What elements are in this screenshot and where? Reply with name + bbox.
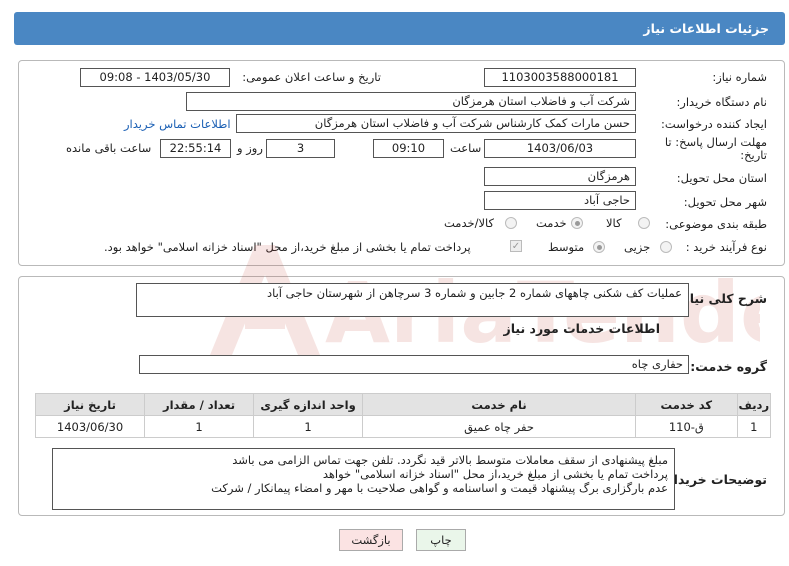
cell-unit: 1 — [253, 415, 364, 438]
category-radio-service[interactable] — [571, 217, 583, 229]
remaining-time-field: 22:55:14 — [160, 139, 231, 158]
deadline-label: مهلت ارسال پاسخ: تا تاریخ: — [664, 135, 767, 162]
buyer-notes-label: توضیحات خریدار: — [661, 472, 767, 487]
service-group-field: حفاری چاه — [139, 355, 689, 374]
creator-label: ایجاد کننده درخواست: — [661, 117, 767, 131]
province-label: استان محل تحویل: — [676, 171, 767, 185]
category-option-goods: کالا — [606, 216, 622, 230]
col-unit: واحد اندازه گیری — [253, 393, 364, 416]
page-title: جزئیات اطلاعات نیاز — [643, 21, 769, 36]
cell-service-code: ق-110 — [635, 415, 738, 438]
city-label: شهر محل تحویل: — [683, 195, 767, 209]
col-quantity: تعداد / مقدار — [144, 393, 255, 416]
services-section-title: اطلاعات خدمات مورد نیاز — [503, 321, 661, 336]
process-option-medium: متوسط — [548, 240, 585, 254]
process-option-minor: جزیی — [624, 240, 651, 254]
category-label: طبقه بندی موضوعی: — [665, 217, 767, 231]
days-label: روز و — [237, 141, 263, 155]
process-radio-minor[interactable] — [660, 241, 672, 253]
service-group-label: گروه خدمت: — [690, 359, 767, 374]
summary-textarea[interactable]: عملیات کف شکنی چاههای شماره 2 جابین و شم… — [136, 283, 689, 317]
cell-row-number: 1 — [736, 415, 772, 438]
payment-note: پرداخت تمام یا بخشی از مبلغ خرید،از محل … — [104, 240, 471, 254]
process-label: نوع فرآیند خرید : — [685, 240, 767, 254]
creator-field: حسن مارات کمک کارشناس شرکت آب و فاضلاب ا… — [236, 114, 636, 133]
need-number-label: شماره نیاز: — [712, 70, 767, 84]
back-button[interactable]: بازگشت — [339, 529, 403, 551]
col-service-name: نام خدمت — [362, 393, 637, 416]
deadline-time-field: 09:10 — [373, 139, 444, 158]
category-radio-goods[interactable] — [638, 217, 650, 229]
days-field: 3 — [266, 139, 335, 158]
col-service-code: کد خدمت — [635, 393, 738, 416]
province-field: هرمزگان — [484, 167, 636, 186]
buyer-field: شرکت آب و فاضلاب استان هرمزگان — [186, 92, 636, 111]
table-header-row: ردیف کد خدمت نام خدمت واحد اندازه گیری ت… — [34, 393, 772, 416]
category-option-service: خدمت — [536, 216, 567, 230]
buyer-label: نام دستگاه خریدار: — [676, 95, 767, 109]
summary-label: شرح کلی نیاز: — [677, 291, 767, 306]
col-row-number: ردیف — [736, 393, 772, 416]
table-row: 1 ق-110 حفر چاه عمیق 1 1 1403/06/30 — [34, 415, 772, 438]
cell-service-name: حفر چاه عمیق — [362, 415, 637, 438]
print-button[interactable]: چاپ — [416, 529, 466, 551]
buyer-notes-textarea[interactable]: مبلغ پیشنهادی از سقف معاملات متوسط بالات… — [52, 448, 675, 510]
remaining-label: ساعت باقی مانده — [66, 141, 152, 155]
category-option-goods-service: کالا/خدمت — [444, 216, 495, 230]
cell-need-date: 1403/06/30 — [34, 415, 146, 438]
city-field: حاجی آباد — [484, 191, 636, 210]
col-need-date: تاریخ نیاز — [34, 393, 146, 416]
cell-quantity: 1 — [144, 415, 255, 438]
announce-date-field: 1403/05/30 - 09:08 — [80, 68, 230, 87]
need-info-panel — [18, 60, 785, 266]
deadline-time-label: ساعت — [450, 141, 482, 155]
process-radio-medium[interactable] — [593, 241, 605, 253]
need-number-field: 1103003588000181 — [484, 68, 636, 87]
page-header: جزئیات اطلاعات نیاز — [14, 12, 785, 45]
services-table: ردیف کد خدمت نام خدمت واحد اندازه گیری ت… — [34, 393, 772, 438]
announce-date-label: تاریخ و ساعت اعلان عمومی: — [242, 70, 381, 84]
category-radio-goods-service[interactable] — [505, 217, 517, 229]
buyer-contact-link[interactable]: اطلاعات تماس خریدار — [124, 117, 231, 131]
deadline-date-field: 1403/06/03 — [484, 139, 636, 158]
payment-checkbox-icon: ✓ — [510, 240, 522, 252]
